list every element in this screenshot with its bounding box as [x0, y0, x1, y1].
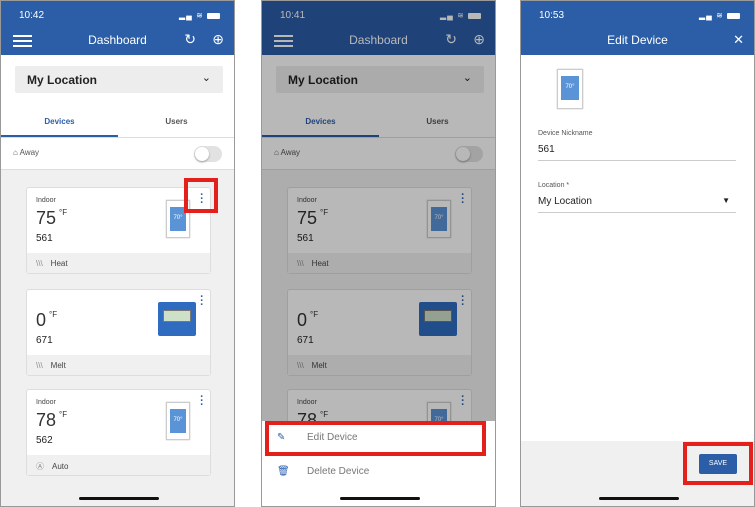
away-icon: ⌂: [13, 148, 20, 157]
device-temp: 78 °F: [36, 410, 68, 430]
highlight-box: [184, 178, 218, 213]
phone-edit-device: 10:53 ▂▄ ≋ Edit Device ✕ 70° Device Nick…: [520, 0, 755, 507]
phone-dashboard-menu: 10:41 ▂▄ ≋ Dashboard ↻ ⊕ My Location ⌄ De…: [261, 0, 496, 507]
device-mode: \\\ Heat: [27, 253, 210, 273]
nickname-label: Device Nickname: [538, 130, 593, 137]
device-location-label: Indoor: [36, 197, 56, 204]
device-name: 671: [36, 335, 53, 346]
close-icon[interactable]: ✕: [733, 32, 744, 48]
trash-icon: 🗑: [277, 466, 290, 477]
delete-device-item[interactable]: 🗑 Delete Device: [277, 466, 369, 477]
device-list: Indoor 75 °F 561 70° · · · \\\ Heat 0 °F 671 …: [1, 169, 234, 506]
thermostat-image: 70°: [166, 402, 190, 440]
highlight-box: [683, 442, 753, 485]
auto-icon: Ⓐ: [36, 462, 44, 471]
location-value[interactable]: My Location: [538, 196, 736, 213]
device-card[interactable]: 0 °F 671 · · · \\\ Melt: [26, 289, 211, 376]
chevron-down-icon: ⌄: [201, 72, 211, 84]
device-card[interactable]: Indoor 78 °F 562 70° · · · Ⓐ Auto: [26, 389, 211, 476]
add-icon[interactable]: ⊕: [212, 31, 224, 48]
thermostat-image: 70°: [557, 69, 583, 109]
tab-devices[interactable]: Devices: [1, 117, 118, 126]
dropdown-caret-icon: ▼: [722, 196, 730, 205]
app-header: 10:42 ▂▄ ≋ Dashboard ↻ ⊕: [1, 1, 234, 55]
location-dropdown[interactable]: My Location ⌄: [15, 66, 223, 93]
app-header: 10:53 ▂▄ ≋ Edit Device ✕: [521, 1, 754, 55]
home-indicator: [599, 497, 679, 500]
tab-users[interactable]: Users: [118, 117, 234, 126]
nickname-input[interactable]: 561: [538, 144, 736, 161]
device-temp: 75 °F: [36, 208, 68, 228]
status-icons: ▂▄ ≋: [699, 11, 740, 20]
device-mode: \\\ Melt: [27, 355, 210, 375]
device-name: 561: [36, 233, 53, 244]
more-options-icon[interactable]: · · ·: [200, 392, 204, 411]
melt-icon: \\\: [36, 361, 43, 370]
phone-dashboard: 10:42 ▂▄ ≋ Dashboard ↻ ⊕ My Location ⌄ De…: [0, 0, 235, 507]
device-mode: Ⓐ Auto: [27, 455, 210, 475]
device-name: 562: [36, 435, 53, 446]
nickname-field[interactable]: Device Nickname 561: [538, 130, 736, 161]
status-time: 10:53: [539, 10, 565, 21]
highlight-box: [265, 421, 486, 456]
home-indicator: [79, 497, 159, 500]
more-options-icon[interactable]: · · ·: [200, 292, 204, 311]
page-title: Edit Device: [607, 33, 668, 47]
away-row: ⌂ Away: [13, 148, 39, 157]
page-title: Dashboard: [88, 33, 147, 47]
divider: [1, 137, 234, 138]
location-label: Location *: [538, 182, 570, 189]
away-label: Away: [19, 148, 40, 157]
snow-melt-controller-image: [158, 302, 196, 336]
status-time: 10:42: [19, 10, 45, 21]
location-select[interactable]: Location * My Location ▼: [538, 182, 736, 213]
home-indicator: [340, 497, 420, 500]
heat-icon: \\\: [36, 259, 43, 268]
away-toggle[interactable]: [194, 146, 222, 162]
location-value: My Location: [27, 73, 98, 87]
refresh-icon[interactable]: ↻: [184, 31, 196, 48]
device-location-label: Indoor: [36, 399, 56, 406]
status-icons: ▂▄ ≋: [179, 11, 220, 20]
device-temp: 0 °F: [36, 310, 58, 330]
